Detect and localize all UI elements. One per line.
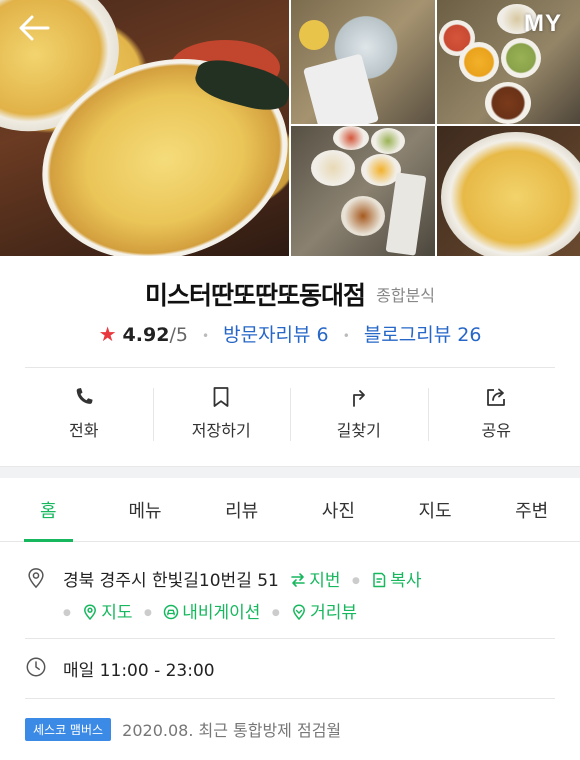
call-button[interactable]: 전화: [15, 370, 153, 455]
cesco-badge: 세스코 맴버스: [25, 717, 112, 741]
navigation-link[interactable]: 내비게이션: [163, 603, 266, 623]
map-pin-icon: [84, 604, 97, 620]
copy-label: 복사: [390, 571, 422, 591]
divider: [25, 638, 555, 639]
my-button[interactable]: MY: [524, 10, 562, 38]
cesco-notice-text: 2020.08. 최근 통합방제 점검월: [122, 721, 342, 740]
store-title-row: 미스터딴또딴또동대점 종합분식: [0, 276, 580, 312]
streetview-link[interactable]: 거리뷰: [291, 603, 357, 623]
tab-photos[interactable]: 사진: [290, 478, 387, 541]
hours-text: 매일 11:00 - 23:00: [63, 661, 215, 681]
clock-icon: [26, 657, 46, 677]
directions-button[interactable]: 길찾기: [290, 370, 428, 455]
copy-icon: [373, 572, 386, 588]
swap-icon: [291, 573, 306, 587]
location-pin-icon: [28, 568, 44, 589]
photo-thumbnail-4[interactable]: [437, 126, 580, 256]
separator-dot: ●: [271, 608, 280, 618]
separator-dot: ●: [351, 576, 360, 586]
tab-nearby[interactable]: 주변: [483, 478, 580, 541]
photo-thumbnail-3[interactable]: [291, 126, 435, 256]
back-button[interactable]: [14, 10, 54, 46]
separator-dot: ●: [143, 608, 152, 618]
separator-dot: •: [201, 328, 210, 343]
jibun-label: 지번: [309, 571, 341, 591]
rating-row: ★ 4.92/5 • 방문자리뷰 6 • 블로그리뷰 26: [0, 320, 580, 347]
map-link[interactable]: 지도: [82, 603, 138, 623]
directions-icon: [352, 389, 365, 407]
star-icon: ★: [98, 322, 117, 346]
photo-gallery[interactable]: MY: [0, 0, 580, 256]
section-gap: [0, 466, 580, 478]
divider: [25, 698, 555, 699]
address-text: 경북 경주시 한빛길10번길 51: [63, 571, 279, 591]
blog-reviews-link[interactable]: 블로그리뷰 26: [364, 324, 482, 346]
tab-home[interactable]: 홈: [0, 478, 97, 542]
separator-dot: ●: [63, 608, 71, 618]
navigation-label: 내비게이션: [182, 603, 261, 623]
separator-dot: •: [342, 328, 350, 343]
call-label: 전화: [69, 420, 99, 440]
streetview-icon: [293, 604, 306, 620]
divider: [25, 367, 555, 368]
tab-reviews[interactable]: 리뷰: [193, 478, 290, 541]
bookmark-icon: [213, 386, 229, 407]
rating-score: 4.92: [122, 324, 170, 346]
share-icon: [487, 388, 506, 406]
streetview-label: 거리뷰: [310, 603, 358, 623]
car-icon: [163, 604, 179, 620]
photo-thumbnail-1[interactable]: [291, 0, 435, 124]
copy-address-button[interactable]: 복사: [371, 571, 422, 591]
share-label: 공유: [481, 420, 511, 440]
visitor-reviews-link[interactable]: 방문자리뷰 6: [223, 324, 329, 346]
save-label: 저장하기: [191, 420, 251, 440]
action-bar: 전화 저장하기 길찾기 공유: [15, 370, 565, 455]
arrow-left-icon: [19, 15, 50, 41]
tab-bar: 홈 메뉴 리뷰 사진 지도 주변: [0, 478, 580, 542]
directions-label: 길찾기: [336, 420, 381, 440]
store-category: 종합분식: [376, 286, 435, 305]
store-name: 미스터딴또딴또동대점: [145, 281, 366, 310]
rating-max: /5: [169, 324, 188, 346]
map-label: 지도: [101, 603, 133, 623]
share-button[interactable]: 공유: [427, 370, 566, 455]
tab-menu[interactable]: 메뉴: [97, 478, 194, 541]
cesco-notice: 세스코 맴버스 2020.08. 최근 통합방제 점검월: [25, 717, 341, 741]
jibun-toggle[interactable]: 지번: [290, 571, 346, 591]
save-button[interactable]: 저장하기: [152, 370, 291, 455]
phone-icon: [76, 387, 93, 404]
tab-map[interactable]: 지도: [387, 478, 484, 541]
